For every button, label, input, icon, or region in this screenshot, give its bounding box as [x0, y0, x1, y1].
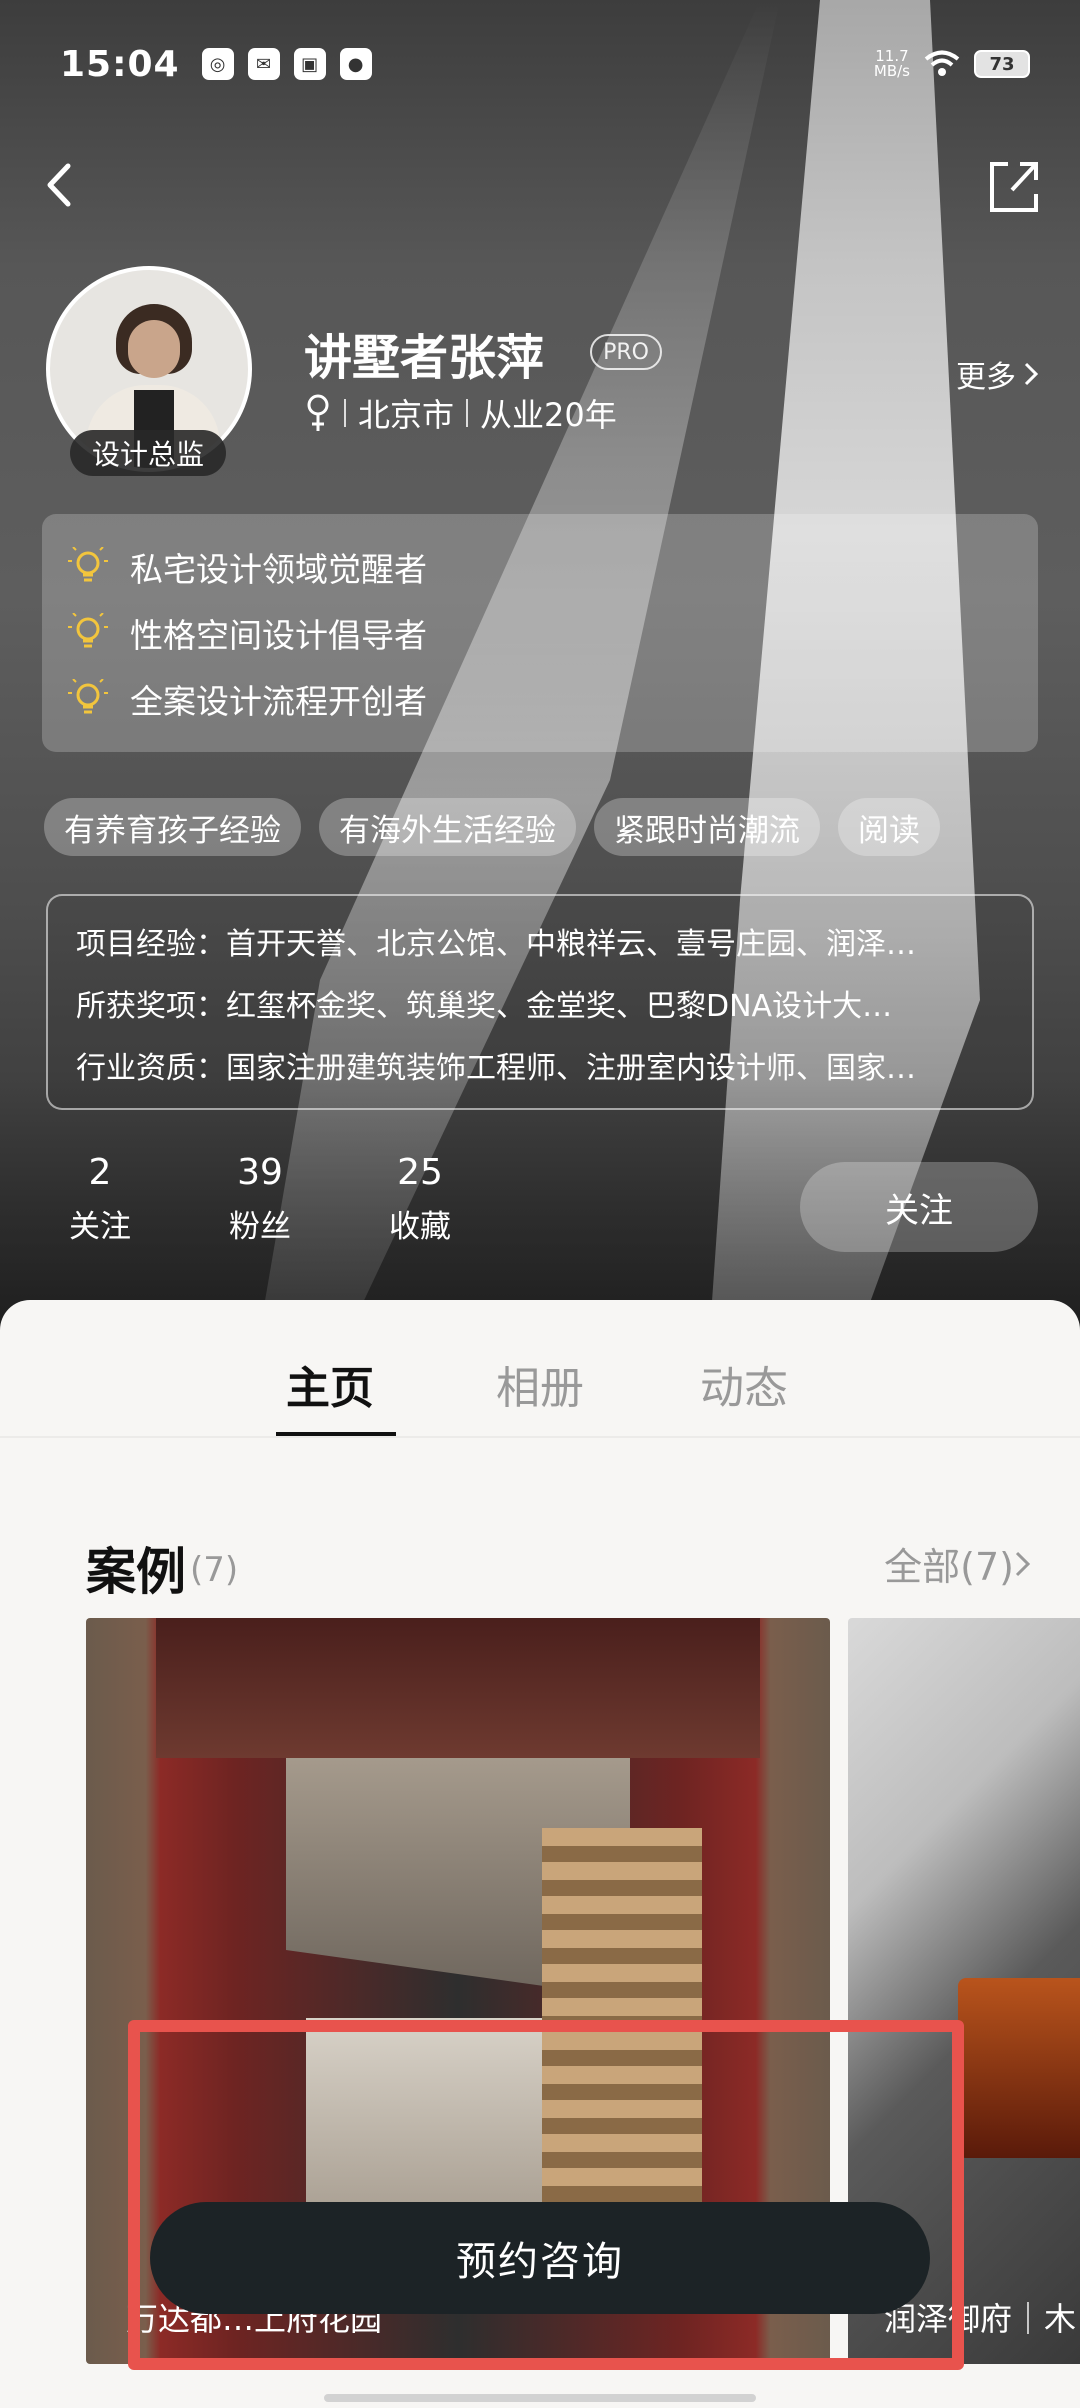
- top-bar: [38, 150, 1042, 220]
- share-icon[interactable]: [982, 150, 1042, 220]
- tab-bar: 主页 相册 动态: [0, 1300, 1080, 1438]
- wechat-icon: ✉: [247, 48, 280, 80]
- battery-indicator: 73: [974, 50, 1030, 78]
- status-bar: 15:04 ◎ ✉ ▣ ● 11.7 MB/s 73: [60, 36, 1030, 92]
- follow-button[interactable]: 关注: [800, 1162, 1038, 1252]
- app-notification-icon: ●: [339, 48, 372, 80]
- profile-meta: 北京市 从业20年: [304, 390, 617, 436]
- tab-home[interactable]: 主页: [286, 1352, 374, 1416]
- tab-album[interactable]: 相册: [496, 1352, 584, 1416]
- experience-label: 从业20年: [480, 396, 617, 434]
- tag-chip: 有养育孩子经验: [44, 798, 301, 856]
- tag-chip: 紧跟时尚潮流: [594, 798, 820, 856]
- project-experience: 项目经验：首开天誉、北京公馆、中粮祥云、壹号庄园、润泽…: [76, 927, 916, 962]
- app-notification-icon: ◎: [201, 48, 234, 80]
- home-indicator: [324, 2394, 756, 2402]
- chevron-right-icon: [1015, 1551, 1031, 1576]
- female-gender-icon: [307, 394, 329, 431]
- lightbulb-icon: [68, 679, 108, 714]
- trait-item: 私宅设计领域觉醒者: [68, 534, 1012, 600]
- status-time: 15:04: [60, 43, 180, 85]
- qualifications: 行业资质：国家注册建筑装饰工程师、注册室内设计师、国家…: [76, 1051, 916, 1086]
- back-icon[interactable]: [38, 150, 98, 220]
- stat-following[interactable]: 2 关注: [40, 1152, 160, 1246]
- designer-name: 讲墅者张萍: [304, 330, 545, 386]
- trait-item: 全案设计流程开创者: [68, 666, 1012, 732]
- stat-followers[interactable]: 39 粉丝: [200, 1152, 320, 1246]
- role-badge: 设计总监: [70, 430, 226, 476]
- credentials-panel[interactable]: 项目经验：首开天誉、北京公馆、中粮祥云、壹号庄园、润泽… 所获奖项：红玺杯金奖、…: [46, 894, 1034, 1110]
- active-tab-indicator: [276, 1432, 396, 1436]
- trait-item: 性格空间设计倡导者: [68, 600, 1012, 666]
- chevron-right-icon: [1024, 362, 1039, 386]
- network-speed: 11.7 MB/s: [873, 47, 910, 80]
- more-link[interactable]: 更多: [956, 352, 1040, 396]
- awards: 所获奖项：红玺杯金奖、筑巢奖、金堂奖、巴黎DNA设计大…: [76, 989, 893, 1024]
- mail-icon: ▣: [293, 48, 326, 80]
- section-count: (7): [190, 1550, 239, 1590]
- tag-chip: 阅读: [838, 798, 940, 856]
- see-all-link[interactable]: 全部(7): [884, 1536, 1032, 1591]
- city-label: 北京市: [358, 396, 455, 434]
- traits-panel: 私宅设计领域觉醒者 性格空间设计倡导者 全案设计流程开创者: [42, 514, 1038, 752]
- lightbulb-icon: [68, 547, 108, 582]
- wifi-icon: [924, 50, 960, 76]
- tab-feed[interactable]: 动态: [700, 1352, 788, 1416]
- tag-chip: 有海外生活经验: [319, 798, 576, 856]
- stats-row: 2 关注 39 粉丝 25 收藏: [40, 1152, 480, 1246]
- tag-list: 有养育孩子经验 有海外生活经验 紧跟时尚潮流 阅读: [44, 798, 940, 856]
- stat-favorites[interactable]: 25 收藏: [360, 1152, 480, 1246]
- book-consultation-button[interactable]: 预约咨询: [150, 2202, 930, 2314]
- pro-badge: PRO: [590, 334, 662, 370]
- lightbulb-icon: [68, 613, 108, 648]
- highlight-box: [128, 2020, 964, 2370]
- profile-header: 15:04 ◎ ✉ ▣ ● 11.7 MB/s 73 设计总监 讲墅者张萍 PR…: [0, 0, 1080, 1330]
- section-title: 案例: [86, 1543, 186, 1601]
- avatar[interactable]: 设计总监: [46, 266, 252, 476]
